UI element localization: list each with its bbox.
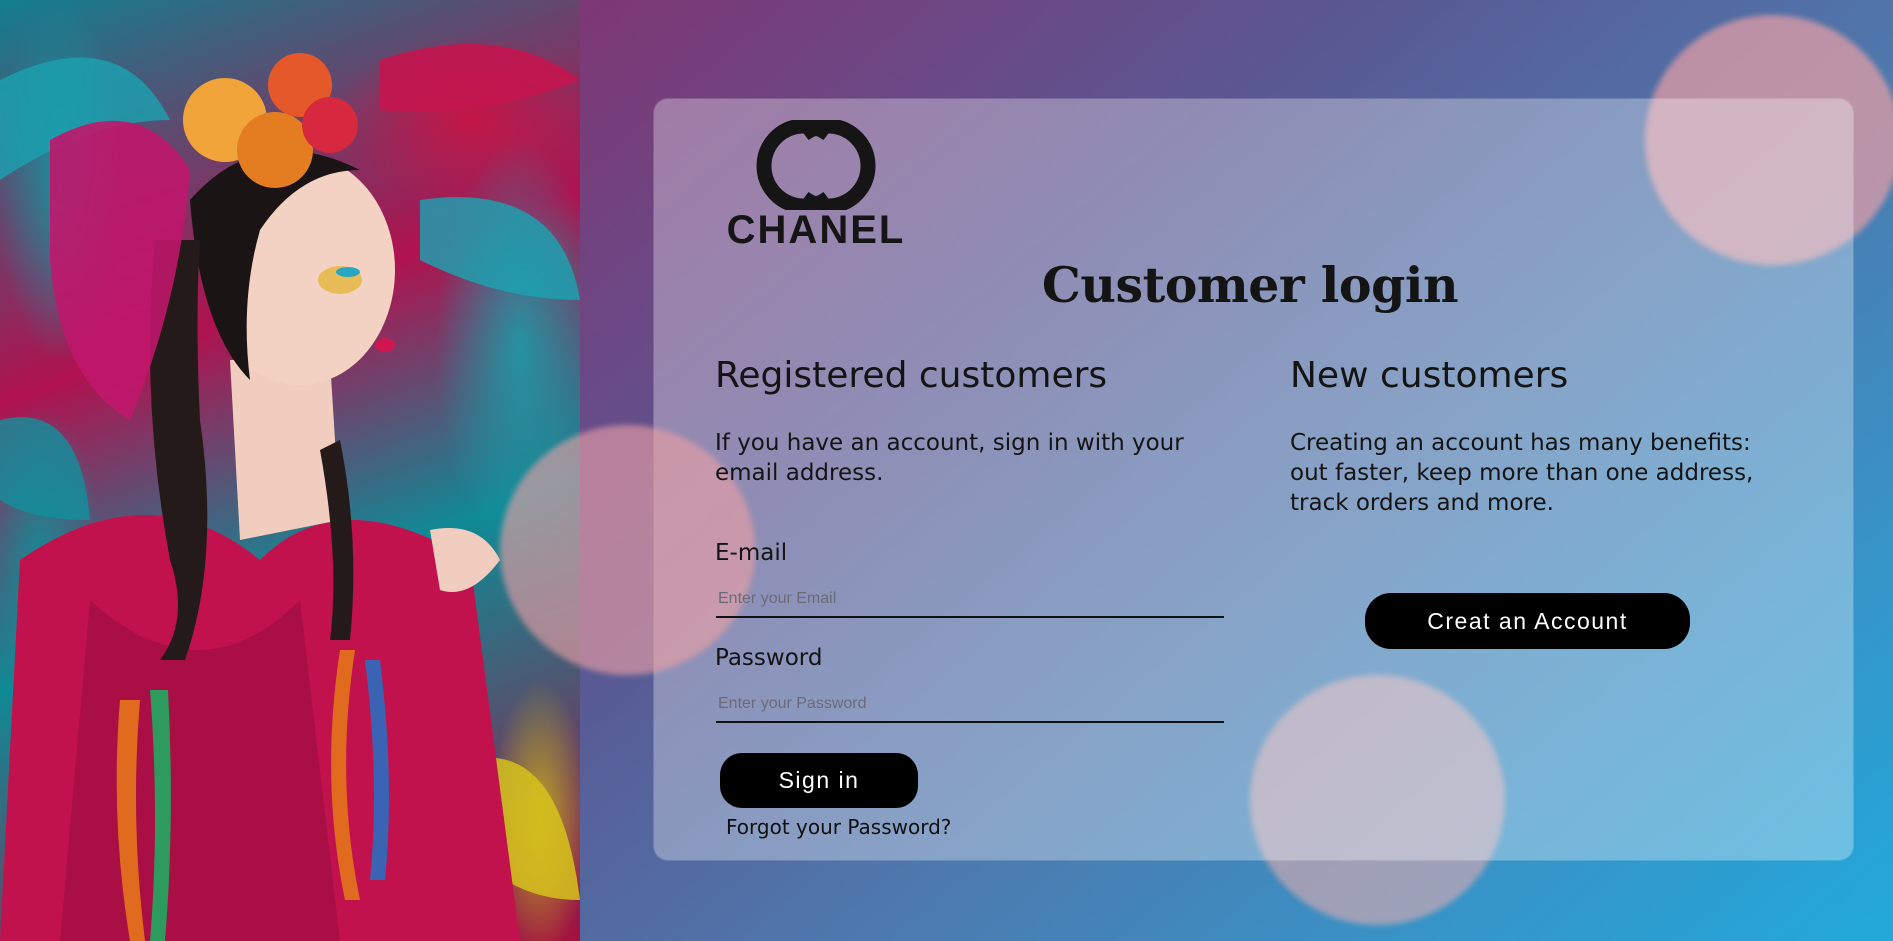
registered-heading: Registered customers	[715, 355, 1108, 396]
new-customers-heading: New customers	[1290, 355, 1569, 396]
create-account-button[interactable]: Creat an Account	[1365, 593, 1690, 649]
password-field[interactable]	[716, 687, 1224, 723]
login-page: CHANEL Customer login Registered custome…	[0, 0, 1893, 941]
new-customers-description: Creating an account has many benefits: o…	[1290, 430, 1754, 516]
brand-name: CHANEL	[726, 208, 906, 252]
sign-in-button[interactable]: Sign in	[720, 753, 918, 808]
email-label: E-mail	[715, 540, 788, 566]
hero-image	[0, 0, 580, 941]
hero-illustration	[0, 44, 580, 941]
chanel-cc-icon	[756, 118, 876, 214]
password-label: Password	[715, 645, 823, 671]
forgot-password-link[interactable]: Forgot your Password?	[726, 813, 951, 841]
email-field[interactable]	[716, 582, 1224, 618]
page-title: Customer login	[1041, 256, 1459, 314]
brand-logo: CHANEL	[716, 118, 916, 252]
registered-description: If you have an account, sign in with you…	[715, 430, 1184, 486]
